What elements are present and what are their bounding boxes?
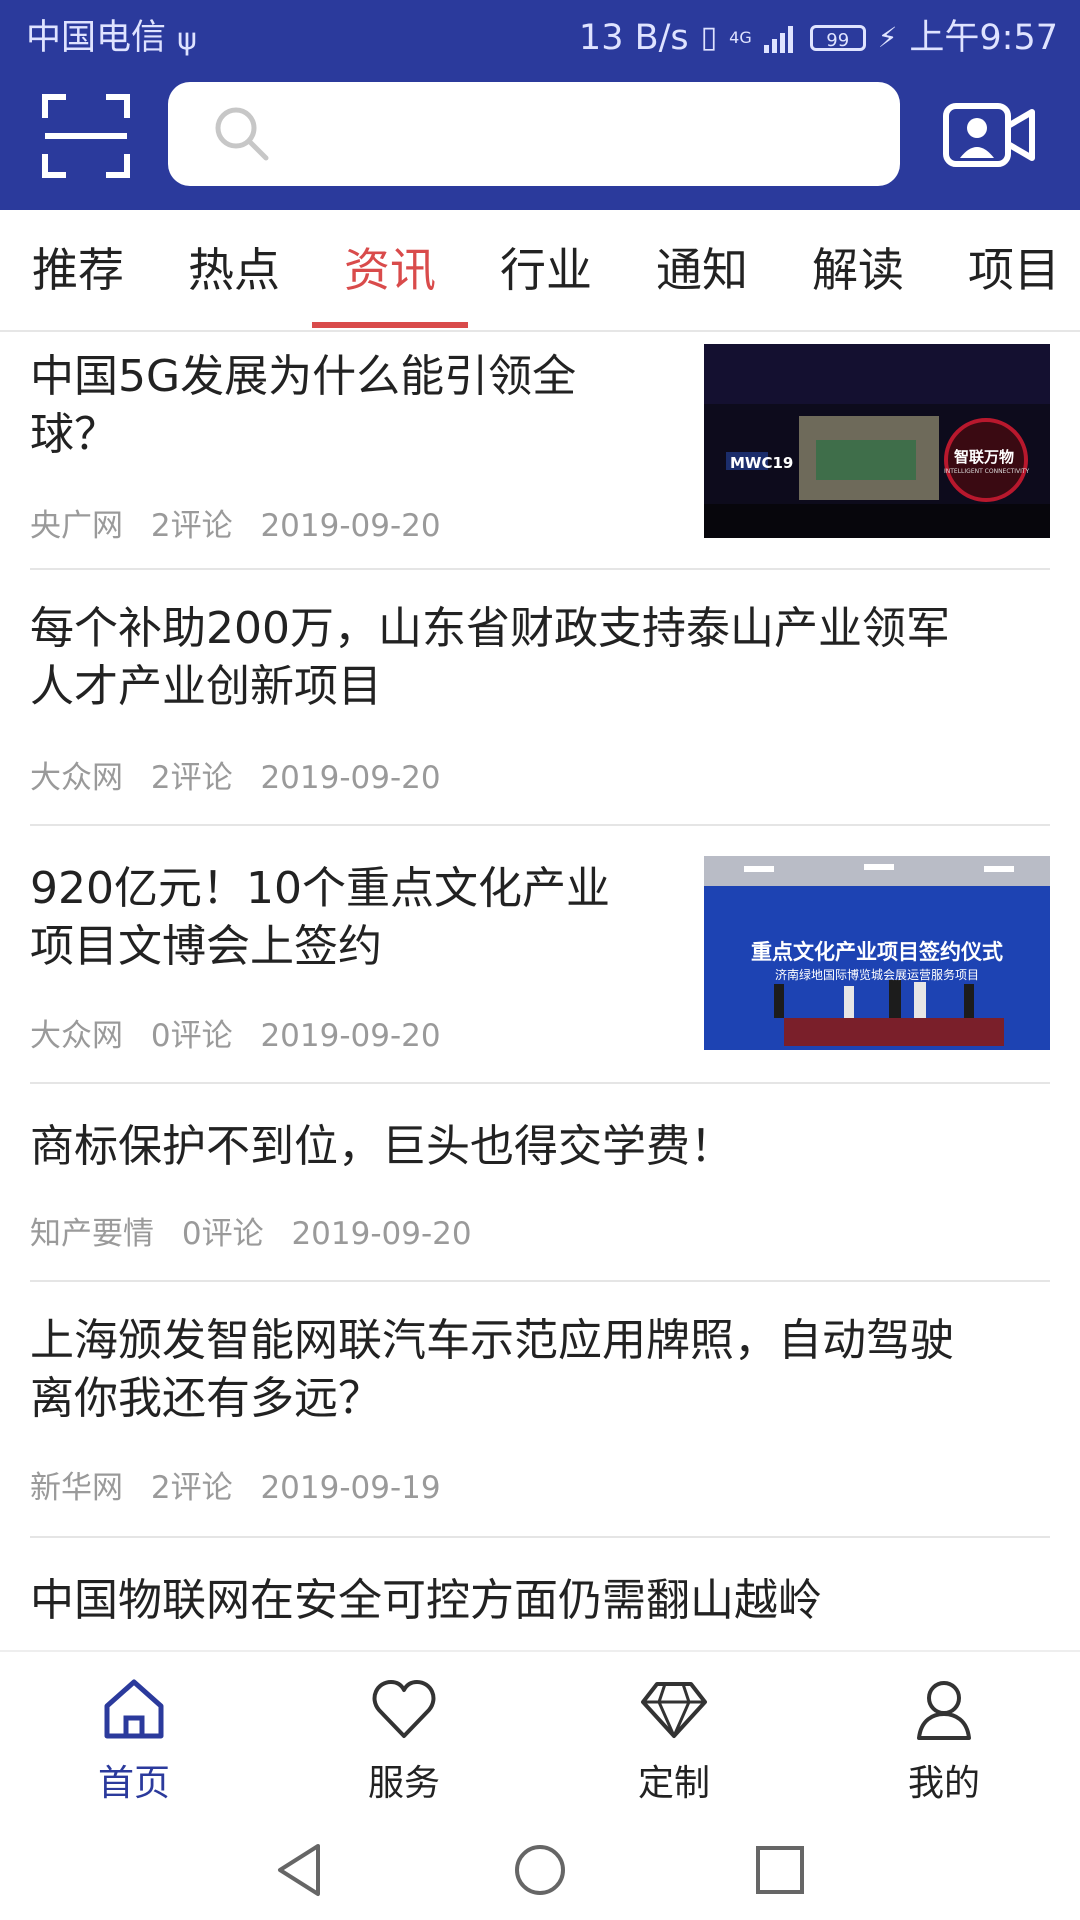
thumb-text: INTELLIGENT CONNECTIVITY bbox=[944, 468, 1030, 475]
home-icon bbox=[104, 1679, 164, 1739]
article-comments: 2评论 bbox=[150, 1470, 233, 1506]
nav-home[interactable]: 首页 bbox=[34, 1662, 234, 1812]
system-navigation-bar bbox=[0, 1820, 1080, 1920]
article-title-line: 每个补助200万，山东省财政支持泰山产业领军 bbox=[30, 603, 950, 654]
vibrate-icon: ▯ bbox=[700, 20, 718, 55]
bottom-navigation: 首页 服务 定制 我的 bbox=[0, 1650, 1080, 1822]
nav-custom[interactable]: 定制 bbox=[574, 1662, 774, 1812]
nav-services[interactable]: 服务 bbox=[304, 1662, 504, 1812]
article-meta: 知产要情 0评论 2019-09-20 bbox=[30, 1208, 490, 1253]
article-title: 上海颁发智能网联汽车示范应用牌照，自动驾驶 离你我还有多远？ bbox=[30, 1312, 1060, 1428]
scan-icon bbox=[42, 94, 130, 178]
network-speed: 13 B/s bbox=[578, 18, 689, 58]
video-camera-icon bbox=[943, 103, 1035, 167]
recents-icon[interactable] bbox=[750, 1840, 810, 1900]
article-title: 每个补助200万，山东省财政支持泰山产业领军 人才产业创新项目 bbox=[30, 600, 1050, 716]
tab-interpretation[interactable]: 解读 bbox=[780, 210, 936, 330]
article-source: 大众网 bbox=[30, 760, 123, 796]
search-input[interactable] bbox=[168, 82, 900, 186]
tab-notice[interactable]: 通知 bbox=[624, 210, 780, 330]
article-title: 920亿元！10个重点文化产业 项目文博会上签约 bbox=[30, 860, 670, 976]
article-date: 2019-09-20 bbox=[260, 1018, 441, 1054]
app-header: 中国电信 ψ 13 B/s ▯ 4G 99 ⚡ 上午9:57 bbox=[0, 0, 1080, 210]
article-title-line: 人才产业创新项目 bbox=[30, 661, 382, 712]
usb-icon: ψ bbox=[177, 22, 197, 57]
status-bar: 中国电信 ψ 13 B/s ▯ 4G 99 ⚡ 上午9:57 bbox=[0, 0, 1080, 76]
article-source: 大众网 bbox=[30, 1018, 123, 1054]
article-title-line: 中国5G发展为什么能引领全 bbox=[30, 351, 577, 402]
nav-label: 首页 bbox=[97, 1763, 170, 1804]
article-item[interactable]: 中国物联网在安全可控方面仍需翻山越岭 bbox=[30, 1538, 1050, 1648]
article-title: 商标保护不到位，巨头也得交学费！ bbox=[30, 1118, 1050, 1176]
home-circle-icon[interactable] bbox=[510, 1840, 570, 1900]
article-date: 2019-09-19 bbox=[260, 1470, 441, 1506]
article-comments: 0评论 bbox=[181, 1216, 264, 1252]
tab-news[interactable]: 资讯 bbox=[312, 210, 468, 330]
article-title-line: 商标保护不到位，巨头也得交学费！ bbox=[30, 1121, 734, 1172]
article-title-line: 离你我还有多远？ bbox=[30, 1373, 382, 1424]
article-source: 新华网 bbox=[30, 1470, 123, 1506]
tab-hot[interactable]: 热点 bbox=[156, 210, 312, 330]
article-date: 2019-09-20 bbox=[291, 1216, 472, 1252]
article-meta: 新华网 2评论 2019-09-19 bbox=[30, 1462, 459, 1507]
article-source: 央广网 bbox=[30, 508, 123, 544]
category-tabs: 推荐 热点 资讯 行业 通知 解读 项目 bbox=[0, 210, 1080, 332]
nav-label: 我的 bbox=[907, 1763, 980, 1804]
article-meta: 大众网 0评论 2019-09-20 bbox=[30, 1010, 459, 1055]
article-title: 中国物联网在安全可控方面仍需翻山越岭 bbox=[30, 1572, 1050, 1630]
stage-image bbox=[704, 344, 1050, 538]
search-icon bbox=[215, 107, 269, 161]
article-title: 中国5G发展为什么能引领全 球？ bbox=[30, 348, 630, 464]
video-camera-button[interactable] bbox=[942, 100, 1036, 170]
tab-recommend[interactable]: 推荐 bbox=[0, 210, 156, 330]
scan-button[interactable] bbox=[42, 94, 130, 178]
tab-industry[interactable]: 行业 bbox=[468, 210, 624, 330]
signal-icon bbox=[763, 26, 793, 53]
tab-project[interactable]: 项目 bbox=[936, 210, 1080, 330]
status-time: 上午9:57 bbox=[909, 18, 1058, 58]
article-item[interactable]: 920亿元！10个重点文化产业 项目文博会上签约 大众网 0评论 2019-09… bbox=[30, 826, 1050, 1084]
thumb-text: 重点文化产业项目签约仪式 bbox=[751, 940, 1003, 964]
article-meta: 央广网 2评论 2019-09-20 bbox=[30, 500, 459, 545]
status-right: 13 B/s ▯ 4G 99 ⚡ 上午9:57 bbox=[579, 0, 1058, 76]
article-thumbnail: 重点文化产业项目签约仪式 济南绿地国际博览城会展运营服务项目 bbox=[704, 856, 1050, 1050]
article-item[interactable]: 上海颁发智能网联汽车示范应用牌照，自动驾驶 离你我还有多远？ 新华网 2评论 2… bbox=[30, 1282, 1050, 1538]
back-icon[interactable] bbox=[270, 1840, 330, 1900]
article-item[interactable]: 商标保护不到位，巨头也得交学费！ 知产要情 0评论 2019-09-20 bbox=[30, 1084, 1050, 1282]
article-comments: 2评论 bbox=[150, 760, 233, 796]
active-tab-indicator bbox=[312, 322, 468, 328]
article-item[interactable]: 中国5G发展为什么能引领全 球？ 央广网 2评论 2019-09-20 MWC1… bbox=[30, 332, 1050, 570]
article-title-line: 中国物联网在安全可控方面仍需翻山越岭 bbox=[30, 1575, 822, 1626]
article-title-line: 920亿元！10个重点文化产业 bbox=[30, 863, 610, 914]
user-icon bbox=[917, 1681, 971, 1740]
article-item[interactable]: 每个补助200万，山东省财政支持泰山产业领军 人才产业创新项目 大众网 2评论 … bbox=[30, 570, 1050, 826]
thumb-text: 济南绿地国际博览城会展运营服务项目 bbox=[774, 968, 979, 982]
article-meta: 大众网 2评论 2019-09-20 bbox=[30, 752, 459, 797]
nav-mine[interactable]: 我的 bbox=[844, 1662, 1044, 1812]
charging-icon: ⚡ bbox=[877, 21, 898, 54]
carrier-label: 中国电信 bbox=[26, 18, 167, 58]
thumb-text: MWC19 bbox=[730, 454, 794, 472]
nav-label: 服务 bbox=[367, 1763, 440, 1804]
battery-indicator: 99 bbox=[809, 25, 866, 51]
article-title-line: 上海颁发智能网联汽车示范应用牌照，自动驾驶 bbox=[30, 1315, 954, 1366]
article-title-line: 项目文博会上签约 bbox=[30, 921, 382, 972]
heart-icon bbox=[372, 1680, 436, 1738]
signal-label: 4G bbox=[729, 28, 752, 47]
status-left: 中国电信 ψ bbox=[26, 0, 197, 78]
article-date: 2019-09-20 bbox=[260, 760, 441, 796]
article-comments: 2评论 bbox=[150, 508, 233, 544]
thumb-text: 智联万物 bbox=[954, 448, 1015, 466]
article-source: 知产要情 bbox=[30, 1216, 154, 1252]
article-thumbnail: MWC19 智联万物 INTELLIGENT CONNECTIVITY bbox=[704, 344, 1050, 538]
article-date: 2019-09-20 bbox=[260, 508, 441, 544]
article-comments: 0评论 bbox=[150, 1018, 233, 1054]
article-title-line: 球？ bbox=[30, 409, 118, 460]
nav-label: 定制 bbox=[637, 1763, 710, 1804]
diamond-icon bbox=[641, 1682, 707, 1738]
